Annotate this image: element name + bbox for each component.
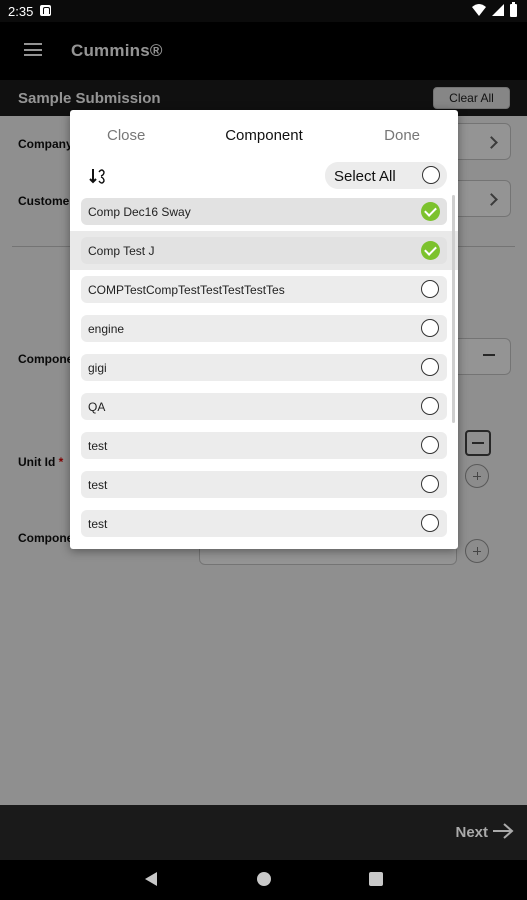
list-item[interactable]: engine — [81, 315, 447, 342]
radio-circle-icon — [421, 475, 439, 493]
radio-circle-icon — [421, 358, 439, 376]
list-item[interactable]: test — [81, 510, 447, 537]
list-item-label: test — [88, 517, 108, 531]
list-item-label: test — [88, 478, 108, 492]
status-icons — [472, 1, 517, 17]
system-nav-bar — [0, 860, 527, 900]
list-item[interactable]: QA — [81, 393, 447, 420]
next-button[interactable]: Next — [455, 824, 488, 841]
list-item-label: COMPTestCompTestTestTestTestTes — [88, 283, 285, 297]
radio-circle-icon — [421, 436, 439, 454]
notification-icon — [40, 5, 51, 16]
nav-recents-icon[interactable] — [369, 872, 383, 886]
list-item[interactable]: test — [81, 471, 447, 498]
wifi-icon — [472, 4, 486, 16]
status-bar: 2:35 — [0, 0, 527, 22]
radio-circle-icon — [421, 514, 439, 532]
nav-back-icon[interactable] — [145, 872, 157, 886]
radio-circle-icon — [421, 397, 439, 415]
status-time: 2:35 — [8, 4, 34, 19]
radio-circle-icon — [421, 280, 439, 298]
list-item-label: test — [88, 439, 108, 453]
component-list: Comp Dec16 Sway Comp Test J COMPTestComp… — [70, 198, 458, 543]
list-scrollbar[interactable] — [452, 195, 455, 423]
arrow-right-icon[interactable] — [492, 822, 514, 840]
done-button[interactable]: Done — [384, 127, 420, 144]
check-circle-icon — [421, 202, 440, 221]
list-item[interactable]: test — [81, 432, 447, 459]
signal-icon — [492, 4, 504, 16]
component-picker-modal: Close Component Done Select All Comp Dec… — [70, 110, 458, 549]
nav-home-icon[interactable] — [257, 872, 271, 886]
list-item[interactable]: Comp Test J — [70, 231, 458, 270]
radio-circle-icon — [421, 319, 439, 337]
select-all-label: Select All — [334, 168, 396, 185]
list-item-label: engine — [88, 322, 125, 336]
list-item-label: QA — [88, 400, 106, 414]
select-all-radio-icon — [422, 166, 440, 184]
list-item-label: Comp Dec16 Sway — [88, 205, 191, 219]
list-item-label: Comp Test J — [88, 244, 155, 258]
bottom-bar: Next — [0, 805, 527, 860]
battery-icon — [510, 1, 517, 17]
list-item[interactable]: Comp Dec16 Sway — [81, 198, 447, 225]
check-circle-icon — [421, 241, 440, 260]
select-all-button[interactable]: Select All — [325, 162, 447, 189]
list-item-label: gigi — [88, 361, 107, 375]
sort-icon[interactable] — [89, 167, 107, 185]
list-item[interactable]: COMPTestCompTestTestTestTestTes — [81, 276, 447, 303]
list-item[interactable]: gigi — [81, 354, 447, 381]
